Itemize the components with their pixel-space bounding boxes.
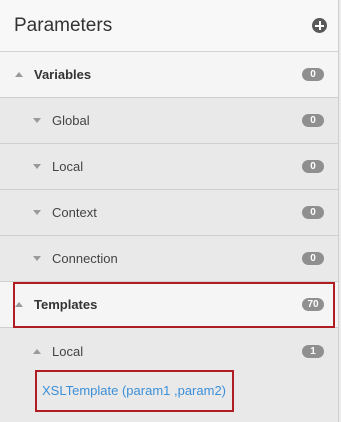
expand-arrow-icon[interactable] [33, 210, 41, 215]
section-variables-label: Variables [34, 67, 92, 82]
count-badge: 0 [302, 206, 324, 219]
subsection-label: Global [52, 113, 90, 128]
count-badge: 0 [302, 160, 324, 173]
expand-arrow-icon[interactable] [33, 118, 41, 123]
count-badge: 0 [302, 252, 324, 265]
template-entry-highlight-box [35, 370, 234, 412]
subsection-global[interactable]: Global 0 [0, 98, 338, 144]
expand-arrow-icon[interactable] [33, 256, 41, 261]
expand-arrow-icon[interactable] [33, 164, 41, 169]
subsection-connection[interactable]: Connection 0 [0, 236, 338, 282]
subsection-label: Local [52, 159, 84, 174]
add-parameter-icon[interactable] [312, 18, 327, 33]
subsection-label: Local [52, 343, 84, 359]
templates-highlight-box [13, 282, 335, 328]
collapse-arrow-icon[interactable] [33, 348, 41, 354]
count-badge: 1 [302, 344, 324, 358]
panel-header: Parameters [0, 0, 338, 52]
collapse-arrow-icon[interactable] [15, 72, 23, 77]
panel-title: Parameters [14, 14, 113, 36]
subsection-templates-local[interactable]: Local 1 [0, 328, 338, 374]
subsection-label: Connection [52, 251, 118, 266]
subsection-local[interactable]: Local 0 [0, 144, 338, 190]
section-variables[interactable]: Variables 0 [0, 52, 338, 98]
subsection-label: Context [52, 205, 97, 220]
subsection-context[interactable]: Context 0 [0, 190, 338, 236]
count-badge: 0 [302, 68, 324, 81]
parameters-panel: Parameters Variables 0 Global 0 Local 0 … [0, 0, 339, 422]
count-badge: 0 [302, 114, 324, 127]
